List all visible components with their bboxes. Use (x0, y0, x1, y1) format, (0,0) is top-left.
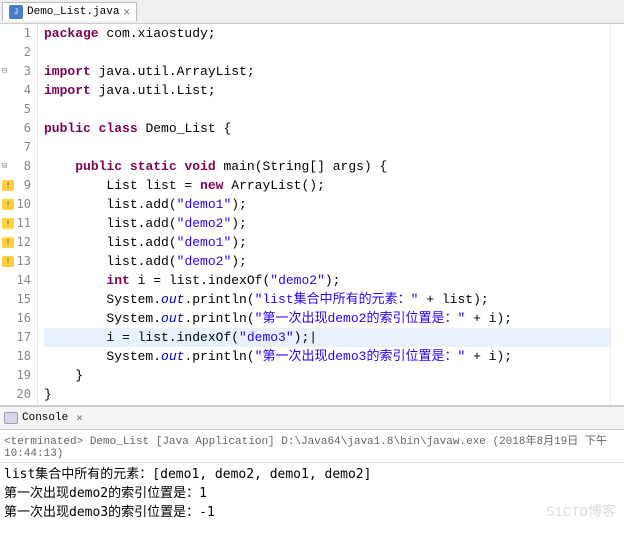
line-number: !9 (0, 176, 37, 195)
line-number: 7 (0, 138, 37, 157)
overview-ruler (610, 24, 624, 405)
warning-icon[interactable]: ! (2, 199, 14, 210)
code-line[interactable]: package com.xiaostudy; (44, 24, 610, 43)
line-number: 6 (0, 119, 37, 138)
code-line[interactable]: } (44, 366, 610, 385)
java-file-icon: J (9, 5, 23, 19)
code-line[interactable]: public static void main(String[] args) { (44, 157, 610, 176)
line-number: ⊟8 (0, 157, 37, 176)
line-number: 4 (0, 81, 37, 100)
line-number: 1 (0, 24, 37, 43)
code-line[interactable]: List list = new ArrayList(); (44, 176, 610, 195)
console-tab-bar: Console ✕ (0, 406, 624, 430)
code-line[interactable]: System.out.println("第一次出现demo3的索引位置是：" +… (44, 347, 610, 366)
code-line[interactable] (44, 138, 610, 157)
code-line[interactable]: System.out.println("list集合中所有的元素：" + lis… (44, 290, 610, 309)
line-number: 15 (0, 290, 37, 309)
code-area[interactable]: package com.xiaostudy; import java.util.… (38, 24, 610, 405)
line-number: 17 (0, 328, 37, 347)
file-tab[interactable]: J Demo_List.java ✕ (2, 2, 137, 21)
console-process-header: <terminated> Demo_List [Java Application… (0, 430, 624, 463)
line-number: !10 (0, 195, 37, 214)
line-number: !12 (0, 233, 37, 252)
file-tab-label: Demo_List.java (27, 6, 119, 18)
code-line[interactable]: list.add("demo2"); (44, 214, 610, 233)
line-number: !11 (0, 214, 37, 233)
code-editor[interactable]: 12⊟34567⊟8!9!10!11!12!1314151617181920 p… (0, 24, 624, 406)
code-line[interactable]: System.out.println("第一次出现demo2的索引位置是：" +… (44, 309, 610, 328)
code-line[interactable]: list.add("demo2"); (44, 252, 610, 271)
line-number: 2 (0, 43, 37, 62)
console-line: list集合中所有的元素：[demo1, demo2, demo1, demo2… (4, 465, 620, 484)
line-number: ⊟3 (0, 62, 37, 81)
line-number: 18 (0, 347, 37, 366)
line-number: !13 (0, 252, 37, 271)
warning-icon[interactable]: ! (2, 237, 14, 248)
fold-icon[interactable]: ⊟ (2, 62, 7, 81)
line-number-gutter: 12⊟34567⊟8!9!10!11!12!1314151617181920 (0, 24, 38, 405)
editor-tab-bar: J Demo_List.java ✕ (0, 0, 624, 24)
code-line[interactable]: list.add("demo1"); (44, 195, 610, 214)
line-number: 5 (0, 100, 37, 119)
code-line[interactable]: int i = list.indexOf("demo2"); (44, 271, 610, 290)
line-number: 16 (0, 309, 37, 328)
warning-icon[interactable]: ! (2, 218, 14, 229)
code-line[interactable]: i = list.indexOf("demo3");| (44, 328, 610, 347)
console-tab-label[interactable]: Console (22, 412, 68, 424)
fold-icon[interactable]: ⊟ (2, 157, 7, 176)
line-number: 20 (0, 385, 37, 404)
code-line[interactable] (44, 43, 610, 62)
close-icon[interactable]: ✕ (123, 5, 130, 19)
line-number: 19 (0, 366, 37, 385)
code-line[interactable]: public class Demo_List { (44, 119, 610, 138)
warning-icon[interactable]: ! (2, 180, 14, 191)
line-number: 14 (0, 271, 37, 290)
close-icon[interactable]: ✕ (76, 411, 83, 425)
code-line[interactable] (44, 100, 610, 119)
console-line: 第一次出现demo3的索引位置是：-1 (4, 503, 620, 522)
console-line: 第一次出现demo2的索引位置是：1 (4, 484, 620, 503)
warning-icon[interactable]: ! (2, 256, 14, 267)
code-line[interactable]: import java.util.ArrayList; (44, 62, 610, 81)
console-output[interactable]: list集合中所有的元素：[demo1, demo2, demo1, demo2… (0, 463, 624, 524)
code-line[interactable]: list.add("demo1"); (44, 233, 610, 252)
code-line[interactable]: import java.util.List; (44, 81, 610, 100)
console-icon (4, 412, 18, 424)
code-line[interactable]: } (44, 385, 610, 404)
